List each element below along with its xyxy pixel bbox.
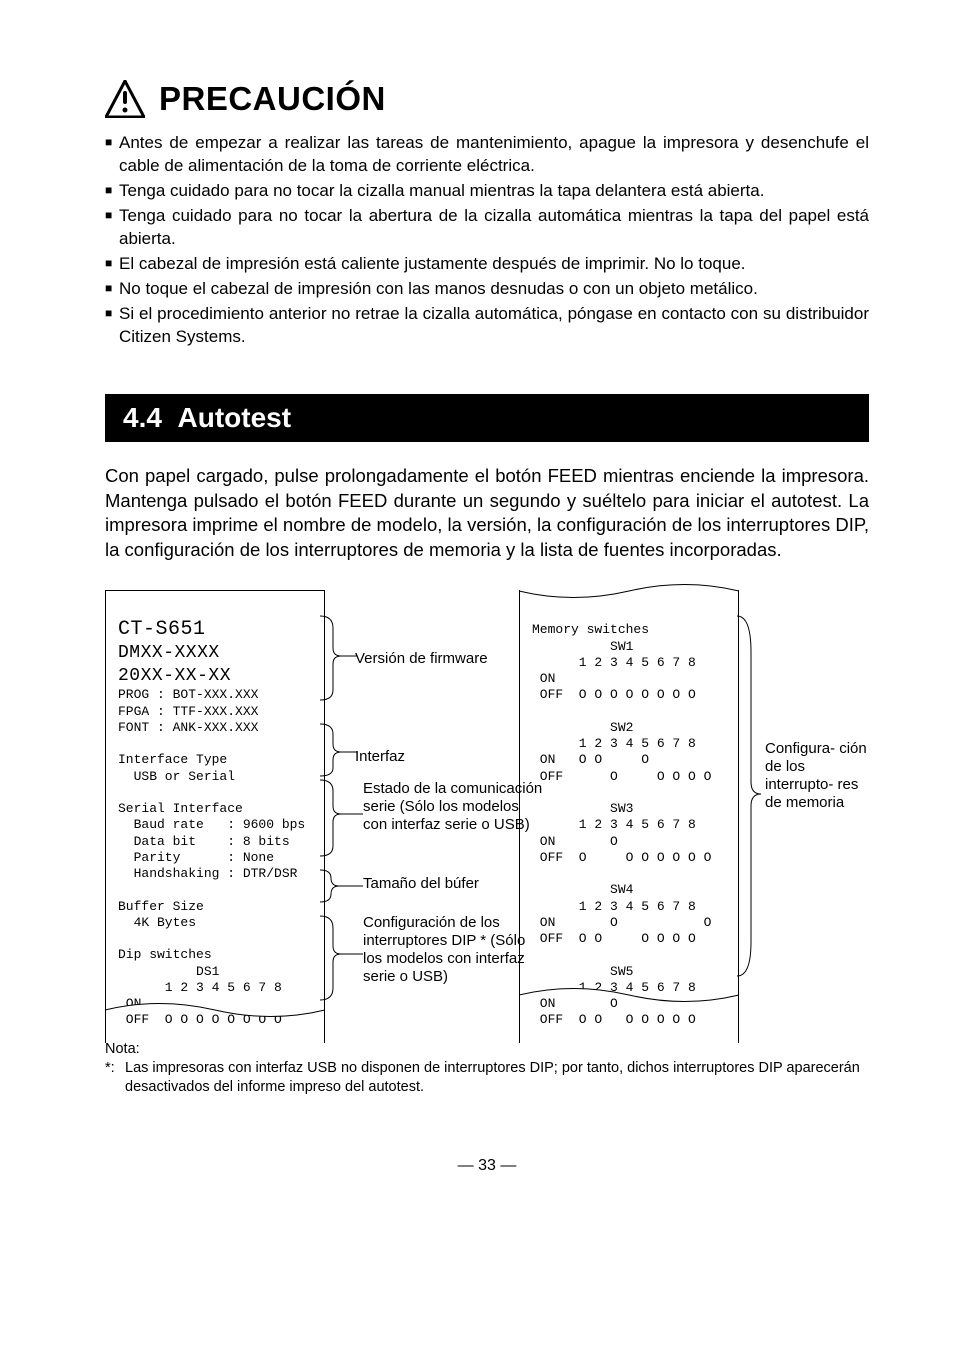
printout-left: CT-S651 DMXX-XXXX 20XX-XX-XX PROG : BOT-… [105,590,325,1043]
section-header-bar: 4.4 Autotest [105,394,869,442]
printout-line: FONT : ANK-XXX.XXX [118,720,258,735]
printout-line: DS1 [118,964,219,979]
caution-item: ■Antes de empezar a realizar las tareas … [105,132,869,178]
printout-line: OFF O O O O O O O O [532,687,696,702]
printout-line: Parity : None [118,850,274,865]
annotation-dip: Configuración de los interruptores DIP *… [363,914,548,986]
printout-line: Baud rate : 9600 bps [118,817,305,832]
tear-edge-icon [518,988,740,1004]
bullet-icon: ■ [105,207,119,253]
printout-line: FPGA : TTF-XXX.XXX [118,704,258,719]
bullet-icon: ■ [105,280,119,303]
printout-right: Memory switches SW1 1 2 3 4 5 6 7 8 ON O… [519,590,739,1043]
printout-line: 1 2 3 4 5 6 7 8 [118,980,282,995]
printout-line: Memory switches [532,622,649,637]
section-number: 4.4 [123,402,162,433]
printout-line: 1 2 3 4 5 6 7 8 [532,655,696,670]
printout-line: 4K Bytes [118,915,196,930]
printout-line: ON O O O [532,752,649,767]
footnote-label: Nota: [105,1040,869,1059]
printout-line: 1 2 3 4 5 6 7 8 [532,736,696,751]
printout-line: Serial Interface [118,801,243,816]
caution-item: ■No toque el cabezal de impresión con la… [105,278,869,301]
footnote-marker: *: [105,1059,125,1097]
printout-line: ON O [532,834,618,849]
printout-line: SW3 [532,801,633,816]
printout-line: ON O O [532,915,711,930]
footnote-block: Nota: *: Las impresoras con interfaz USB… [105,1040,869,1097]
caution-header: PRECAUCIÓN [105,80,869,118]
caution-title: PRECAUCIÓN [159,80,386,118]
section-intro: Con papel cargado, pulse prolongadamente… [105,464,869,562]
printout-line: USB or Serial [118,769,235,784]
printout-line: 1 2 3 4 5 6 7 8 [532,899,696,914]
printout-line: Interface Type [118,752,227,767]
printout-serial: DMXX-XXXX [118,643,220,663]
caution-item: ■Si el procedimiento anterior no retrae … [105,303,869,349]
warning-triangle-icon [105,80,145,118]
tear-edge-icon [104,1003,326,1019]
caution-item: ■Tenga cuidado para no tocar la cizalla … [105,180,869,203]
printout-line: PROG : BOT-XXX.XXX [118,687,258,702]
printout-line: SW4 [532,882,633,897]
printout-line: OFF O O O O O O [532,931,696,946]
printout-line: Data bit : 8 bits [118,834,290,849]
bullet-icon: ■ [105,182,119,205]
annotation-interface: Interfaz [355,748,405,766]
tear-edge-icon [518,584,740,600]
printout-line: Buffer Size [118,899,204,914]
printout-line: SW1 [532,639,633,654]
printout-line: OFF O O O O O O O [532,1012,696,1027]
autotest-figure: CT-S651 DMXX-XXXX 20XX-XX-XX PROG : BOT-… [105,590,869,1020]
printout-line: OFF O O O O O [532,769,711,784]
section-title: Autotest [178,402,292,433]
bullet-icon: ■ [105,134,119,180]
bullet-icon: ■ [105,305,119,351]
caution-list: ■Antes de empezar a realizar las tareas … [105,132,869,348]
printout-line: 1 2 3 4 5 6 7 8 [532,817,696,832]
printout-line: ON [532,671,555,686]
caution-item: ■Tenga cuidado para no tocar la abertura… [105,205,869,251]
page-number: — 33 — [105,1157,869,1175]
annotation-serial-state: Estado de la comunicación serie (Sólo lo… [363,780,543,834]
printout-line: SW2 [532,720,633,735]
printout-line: OFF O O O O O O O [532,850,711,865]
annotation-memory: Configura- ción de los interrupto- res d… [765,740,875,812]
printout-line: Dip switches [118,947,212,962]
printout-model: CT-S651 [118,618,206,641]
footnote-text: Las impresoras con interfaz USB no dispo… [125,1059,869,1097]
printout-line: Handshaking : DTR/DSR [118,866,297,881]
caution-item: ■El cabezal de impresión está caliente j… [105,253,869,276]
bullet-icon: ■ [105,255,119,278]
page-container: PRECAUCIÓN ■Antes de empezar a realizar … [0,0,954,1215]
annotation-firmware: Versión de firmware [355,650,488,668]
annotation-buffer: Tamaño del búfer [363,875,479,893]
printout-date: 20XX-XX-XX [118,666,231,686]
